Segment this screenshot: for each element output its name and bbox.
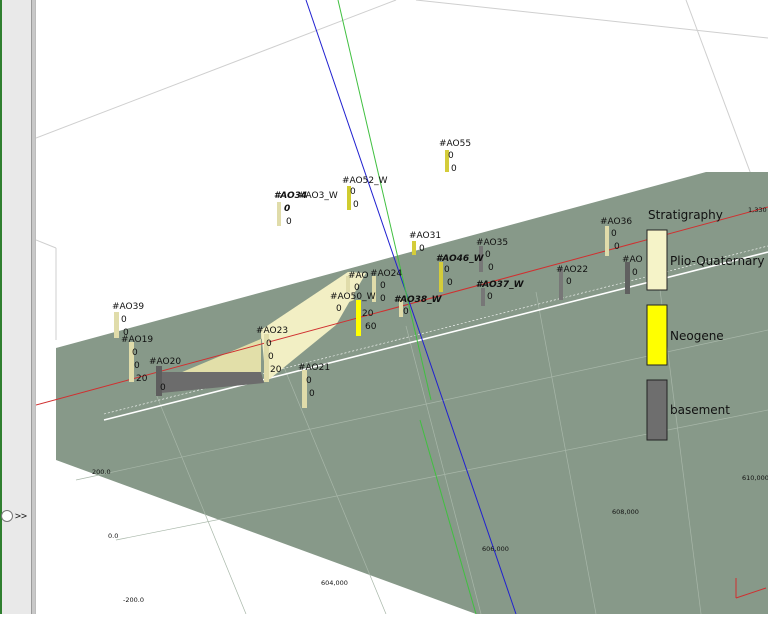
legend-label: Plio-Quaternary	[670, 254, 764, 268]
well-label: #AO31	[409, 231, 441, 241]
side-panel-strip: >>	[0, 0, 36, 614]
well-depth: 0	[403, 307, 409, 317]
well-label: #AO20	[149, 357, 181, 367]
well-label: #AO24	[370, 269, 402, 279]
well-label: #AO50_W	[330, 292, 376, 302]
radio-icon	[1, 510, 13, 522]
well-label: #AO23	[256, 326, 288, 336]
well-label: #AO	[622, 255, 643, 265]
well-depth: 0	[487, 292, 493, 302]
axis-label-x-left: 604,000	[321, 579, 348, 587]
well-ao55[interactable]: #AO55 0 0	[439, 139, 471, 174]
well-depth: 0	[134, 361, 140, 371]
expand-panel-button[interactable]: >>	[0, 506, 34, 526]
well-depth: 0	[451, 164, 457, 174]
well-depth: 0	[448, 151, 454, 161]
well-label: #AO55	[439, 139, 471, 149]
well-depth: 0	[419, 244, 425, 254]
well-label: #AO19	[121, 335, 153, 345]
well-depth: 0	[284, 204, 290, 214]
legend-label: basement	[670, 403, 730, 417]
well-depth: 0	[632, 268, 638, 278]
well-label: #AO46_W	[436, 254, 485, 264]
well-depth: 0	[353, 200, 359, 210]
scene-canvas[interactable]: 200.0 0.0 -200.0 604,000 606,000 608,000…	[35, 0, 768, 615]
well-depth: 0	[132, 348, 138, 358]
well-depth: 0	[266, 339, 272, 349]
well-depth: 0	[485, 250, 491, 260]
well-depth: 0	[380, 281, 386, 291]
axis-label-corner: 1,330	[748, 206, 767, 214]
well-depth: 0	[350, 187, 356, 197]
well-ao34[interactable]: #AO34 #AO3_W 0 0	[274, 191, 338, 227]
well-ao52-w[interactable]: #AO52_W 0 0	[342, 176, 388, 210]
well-depth: 0	[268, 352, 274, 362]
well-label-overlap: #AO3_W	[298, 191, 338, 201]
well-depth: 0	[336, 304, 342, 314]
well-label: #AO	[348, 271, 369, 281]
legend-swatch	[646, 229, 668, 291]
axis-label-y-mid: 0.0	[108, 532, 118, 540]
well-depth: 0	[444, 265, 450, 275]
expand-label: >>	[15, 510, 28, 522]
well-depth: 0	[121, 315, 127, 325]
well-depth: 0	[488, 263, 494, 273]
well-label: #AO52_W	[342, 176, 388, 186]
well-depth: 0	[306, 376, 312, 386]
well-depth: 20	[270, 365, 282, 375]
well-depth: 0	[566, 277, 572, 287]
axis-label-y-top: 200.0	[92, 468, 111, 476]
legend-label: Neogene	[670, 329, 724, 343]
legend-swatch	[646, 304, 668, 366]
axis-label-x-far: 610,000	[742, 474, 768, 482]
axis-label-x-right: 608,000	[612, 508, 639, 516]
well-depth: 20	[362, 309, 374, 319]
well-label: #AO22	[556, 265, 588, 275]
legend-title: Stratigraphy	[648, 208, 723, 222]
well-label: #AO35	[476, 238, 508, 248]
well-depth: 0	[380, 294, 386, 304]
3d-viewport[interactable]: 200.0 0.0 -200.0 604,000 606,000 608,000…	[35, 0, 768, 615]
well-depth: 0	[614, 242, 620, 252]
well-label: #AO36	[600, 217, 632, 227]
well-depth: 0	[611, 229, 617, 239]
well-label: #AO38_W	[394, 295, 443, 305]
well-depth: 0	[309, 389, 315, 399]
well-label: #AO21	[298, 363, 330, 373]
well-depth: 0	[286, 217, 292, 227]
well-depth: 20	[136, 374, 148, 384]
well-label: #AO39	[112, 302, 144, 312]
well-depth: 0	[160, 383, 166, 393]
well-depth: 0	[447, 278, 453, 288]
axis-label-x-mid: 606,000	[482, 545, 509, 553]
well-depth: 60	[365, 322, 377, 332]
well-label: #AO37_W	[476, 280, 525, 290]
legend-swatch	[646, 379, 668, 441]
axis-label-y-bottom: -200.0	[123, 596, 144, 604]
